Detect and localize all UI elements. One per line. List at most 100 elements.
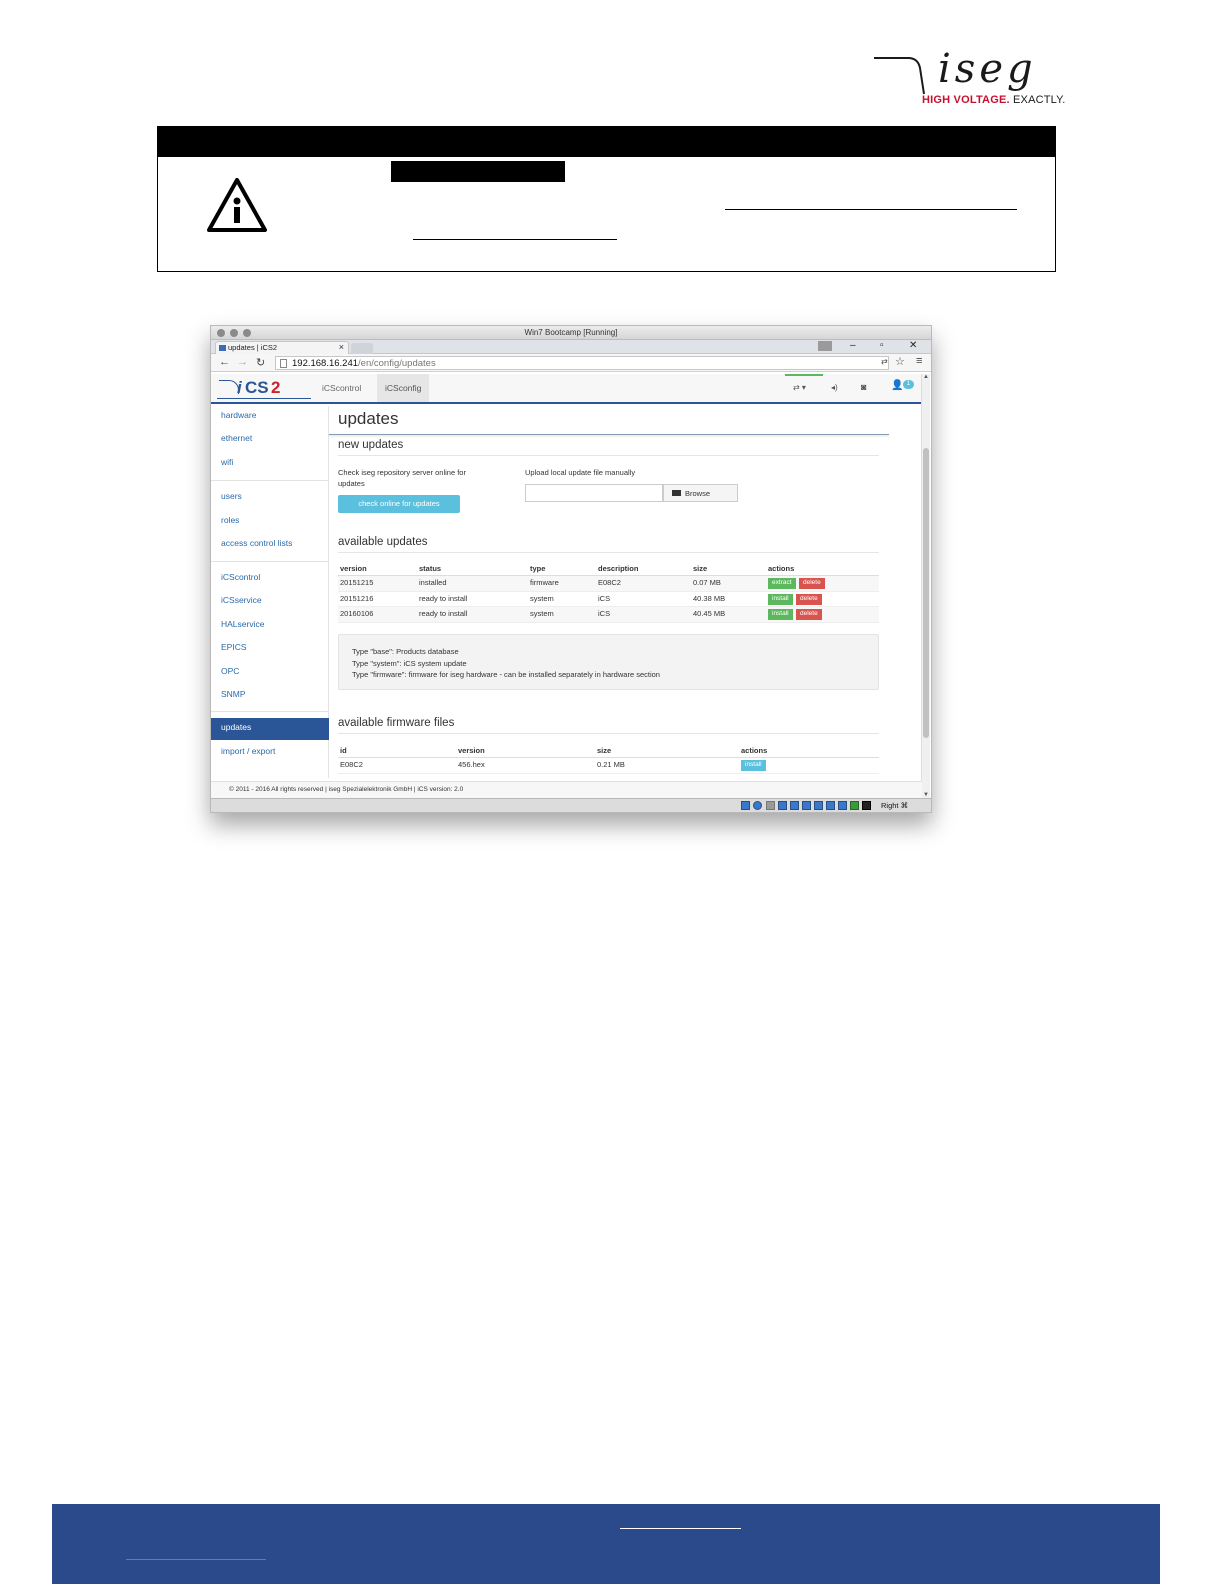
col-actions: actions: [768, 564, 795, 573]
sidebar-item-icscontrol[interactable]: iCScontrol: [211, 568, 329, 590]
table-header: id version size actions: [338, 746, 879, 758]
col-version: version: [458, 746, 485, 755]
browser-profile-icon[interactable]: [818, 341, 832, 351]
tab-icscontrol[interactable]: iCScontrol: [314, 374, 369, 402]
vm-statusbar: Right ⌘: [211, 798, 931, 812]
display-icon[interactable]: [802, 801, 811, 810]
reload-icon[interactable]: ↻: [256, 356, 265, 369]
sidebar-item-wifi[interactable]: wifi: [211, 453, 329, 475]
install-firmware-button[interactable]: install: [741, 760, 766, 771]
notification-badge[interactable]: 1: [903, 380, 914, 389]
disk-icon[interactable]: [741, 801, 750, 810]
sidebar-item-opc[interactable]: OPC: [211, 662, 329, 684]
sidebar-item-halservice[interactable]: HALservice: [211, 615, 329, 637]
logo-underline: [217, 398, 311, 399]
network-icon[interactable]: [814, 801, 823, 810]
browse-button[interactable]: Browse: [663, 484, 738, 502]
sidebar-item-import-export[interactable]: import / export: [211, 742, 329, 764]
shared-folder-icon[interactable]: [790, 801, 799, 810]
cpu-icon[interactable]: [838, 801, 847, 810]
host-key-label: Right ⌘: [881, 801, 909, 810]
delete-button[interactable]: delete: [799, 578, 825, 589]
translate-icon[interactable]: ⇄: [881, 357, 888, 366]
page-title: updates: [338, 409, 399, 428]
install-button[interactable]: install: [768, 609, 793, 620]
updates-table: version status type description size act…: [338, 564, 879, 623]
sidebar-item-ethernet[interactable]: ethernet: [211, 429, 329, 451]
forward-arrow-icon[interactable]: →: [237, 356, 248, 368]
footer-link-underline[interactable]: [126, 1559, 266, 1560]
tab-title: updates | iCS2: [228, 343, 278, 352]
logo-word: iseg: [938, 46, 1037, 92]
tab-close-icon[interactable]: ×: [339, 342, 344, 352]
bookmark-star-icon[interactable]: ☆: [895, 355, 905, 368]
logo-cs: CS: [245, 378, 269, 397]
browser-tabstrip: updates | iCS2 × – ▫ ✕: [211, 340, 931, 354]
cell-status: ready to install: [419, 593, 468, 603]
page-scrollbar[interactable]: ▲ ▼: [921, 374, 930, 798]
footer-link-underline[interactable]: [620, 1528, 741, 1529]
tab-icsconfig[interactable]: iCSconfig: [377, 374, 430, 402]
col-description: description: [598, 564, 639, 573]
logo-i: i: [237, 378, 242, 397]
usb-icon[interactable]: [778, 801, 787, 810]
main-content: updates new updates Check iseg repositor…: [329, 406, 889, 778]
browser-toolbar: ← → ↻ 192.168.16.241/en/config/updates ⇄…: [211, 354, 931, 372]
sidebar-item-access-control-lists[interactable]: access control lists: [211, 534, 329, 556]
online-check-text: Check iseg repository server online for …: [338, 468, 466, 488]
sidebar-item-roles[interactable]: roles: [211, 511, 329, 533]
window-minimize-icon[interactable]: –: [850, 340, 856, 351]
window-close-icon[interactable]: ✕: [909, 340, 917, 351]
new-tab-button[interactable]: [351, 343, 373, 354]
table-row: 20160106 ready to install system iCS 40.…: [338, 607, 879, 623]
upload-text: Upload local update file manually: [525, 468, 636, 477]
cell-status: installed: [419, 578, 447, 587]
app-navbar: i CS 2 iCScontrol iCSconfig ⇄ ▾ ◂) ◙ 👤 1: [211, 374, 922, 404]
info-line: Type "system": iCS system update: [352, 658, 467, 668]
video-capture-icon[interactable]: [826, 801, 835, 810]
address-bar[interactable]: 192.168.16.241/en/config/updates: [275, 356, 889, 370]
sidebar-item-users[interactable]: users: [211, 487, 329, 509]
cell-version: 20151215: [340, 578, 374, 587]
cell-size: 40.45 MB: [693, 609, 726, 618]
sidebar-item-snmp[interactable]: SNMP: [211, 685, 329, 707]
mouse-integration-icon[interactable]: [862, 801, 871, 810]
notice-header-bar: [158, 127, 1055, 157]
menu-icon[interactable]: ≡: [916, 355, 922, 367]
info-line: Type "base": Products database: [352, 647, 459, 656]
cell-description: E08C2: [598, 578, 621, 587]
notice-box: [157, 126, 1056, 272]
sidebar-item-epics[interactable]: EPICS: [211, 638, 329, 660]
info-warning-icon: [207, 178, 267, 232]
check-online-button[interactable]: check online for updates: [338, 495, 460, 513]
sidebar-item-updates[interactable]: updates: [211, 718, 329, 740]
user-icon[interactable]: 👤: [891, 380, 903, 391]
floppy-icon[interactable]: [766, 801, 775, 810]
delete-button[interactable]: delete: [796, 593, 822, 605]
speaker-icon[interactable]: ◂): [831, 383, 838, 392]
vm-titlebar: Win7 Bootcamp [Running]: [211, 326, 931, 340]
install-button[interactable]: install: [768, 593, 793, 605]
sidebar-item-icsservice[interactable]: iCSservice: [211, 591, 329, 613]
cell-description: iCS: [598, 609, 611, 618]
status-indicator: [785, 374, 823, 376]
back-arrow-icon[interactable]: ←: [219, 356, 230, 368]
app-footer: © 2011 - 2016 All rights reserved | iseg…: [211, 781, 922, 798]
camera-icon[interactable]: ◙: [861, 382, 866, 392]
cell-size: 40.38 MB: [693, 593, 726, 603]
browser-tab-active[interactable]: updates | iCS2 ×: [215, 341, 349, 354]
transfer-icon[interactable]: ⇄ ▾: [793, 383, 806, 392]
window-restore-icon[interactable]: ▫: [880, 340, 884, 351]
sidebar-item-hardware[interactable]: hardware: [211, 406, 329, 428]
cd-icon[interactable]: [753, 801, 762, 810]
browse-label: Browse: [685, 489, 711, 498]
delete-button[interactable]: delete: [796, 609, 822, 620]
activity-icon[interactable]: [850, 801, 859, 810]
info-line: Type "firmware": firmware for iseg hardw…: [352, 670, 660, 679]
scrollbar-thumb[interactable]: [923, 448, 929, 738]
extract-button[interactable]: extract: [768, 578, 796, 589]
upload-file-input[interactable]: [525, 484, 663, 502]
col-size: size: [693, 564, 708, 573]
logo-2: 2: [271, 378, 281, 397]
scroll-up-icon[interactable]: ▲: [923, 374, 929, 380]
